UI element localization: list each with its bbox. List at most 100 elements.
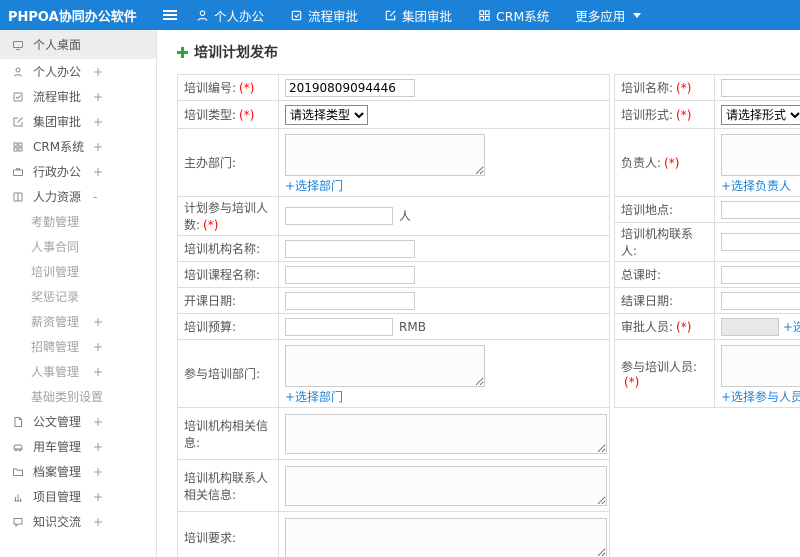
- train-form-select[interactable]: 请选择形式: [721, 104, 800, 125]
- sidebar-item-group-approval[interactable]: 集团审批 +: [0, 109, 156, 134]
- nav-group-approval[interactable]: 集团审批: [371, 0, 465, 30]
- choose-approver-link[interactable]: +选择审批人员: [783, 318, 800, 335]
- sidebar-subitem-attendance[interactable]: 考勤管理: [0, 209, 156, 234]
- nav-personal-office[interactable]: 个人办公: [183, 0, 277, 30]
- join-dept-textarea[interactable]: [285, 345, 485, 387]
- nav-workflow-approval[interactable]: 流程审批: [277, 0, 371, 30]
- org-contact-input[interactable]: [721, 233, 800, 251]
- host-dept-textarea[interactable]: [285, 134, 485, 176]
- required-mark: (*): [624, 375, 640, 389]
- form-row: 结课日期:: [614, 287, 800, 314]
- org-contact-info-textarea[interactable]: [285, 465, 607, 506]
- form-row: 培训课程名称:: [177, 261, 610, 288]
- expand-plus-icon[interactable]: +: [93, 490, 103, 504]
- nav-label: 集团审批: [402, 8, 453, 24]
- train-type-select[interactable]: 请选择类型: [285, 104, 368, 125]
- sidebar-item-vehicle-mgmt[interactable]: 用车管理 +: [0, 434, 156, 459]
- expand-plus-icon[interactable]: +: [93, 90, 103, 104]
- form-row: 培训机构联系人:: [614, 222, 800, 262]
- field-label: 培训地点:: [621, 203, 674, 217]
- expand-plus-icon[interactable]: +: [93, 65, 103, 79]
- edit-icon: [384, 9, 397, 22]
- sidebar-subitem-training-mgmt[interactable]: 培训管理: [0, 259, 156, 284]
- expand-plus-icon[interactable]: +: [93, 515, 103, 529]
- org-info-textarea[interactable]: [285, 413, 607, 454]
- field-label: 参与培训人员:: [621, 360, 698, 374]
- expand-plus-icon[interactable]: +: [93, 315, 103, 329]
- field-label: 培训编号:: [184, 81, 237, 95]
- planned-count-input[interactable]: [285, 207, 393, 225]
- sidebar-item-knowledge[interactable]: 知识交流 +: [0, 509, 156, 534]
- start-date-input[interactable]: [285, 291, 415, 310]
- train-no-input[interactable]: [285, 78, 415, 97]
- check-square-icon: [290, 9, 303, 22]
- budget-input[interactable]: [285, 317, 393, 336]
- required-mark: (*): [239, 81, 255, 95]
- expand-plus-icon[interactable]: +: [93, 415, 103, 429]
- expand-plus-icon[interactable]: +: [93, 365, 103, 379]
- form-row: 培训要求:: [177, 511, 610, 557]
- required-mark: (*): [676, 320, 692, 334]
- sidebar-subitem-salary-mgmt[interactable]: 薪资管理 +: [0, 309, 156, 334]
- form-row: 培训机构联系人相关信息:: [177, 459, 610, 512]
- file-icon: [12, 416, 26, 428]
- form-row: 总课时:: [614, 261, 800, 288]
- train-name-input[interactable]: [721, 78, 800, 97]
- sidebar-subitem-base-category[interactable]: 基础类别设置: [0, 384, 156, 409]
- sidebar-subitem-recruitment-mgmt[interactable]: 招聘管理 +: [0, 334, 156, 359]
- nav-more-apps[interactable]: 更多应用: [562, 0, 654, 30]
- choose-dept-link[interactable]: +选择部门: [285, 177, 343, 194]
- sidebar-item-project-mgmt[interactable]: 项目管理 +: [0, 484, 156, 509]
- chat-icon: [12, 516, 26, 528]
- sidebar-subitem-personnel-mgmt[interactable]: 人事管理 +: [0, 359, 156, 384]
- choose-dept-link[interactable]: +选择部门: [285, 388, 343, 405]
- hamburger-menu-icon[interactable]: [157, 0, 183, 30]
- choose-join-people-link[interactable]: +选择参与人员: [721, 388, 800, 405]
- course-name-input[interactable]: [285, 265, 415, 284]
- field-label: 培训机构名称:: [184, 242, 261, 256]
- expand-plus-icon[interactable]: +: [93, 140, 103, 154]
- sidebar-item-desktop[interactable]: 个人桌面: [0, 30, 156, 59]
- sidebar-item-workflow-approval[interactable]: 流程审批 +: [0, 84, 156, 109]
- field-label: 结课日期:: [621, 294, 674, 308]
- grid-icon: [12, 141, 26, 153]
- add-icon: [177, 46, 188, 58]
- collapse-minus-icon[interactable]: -: [93, 190, 97, 204]
- expand-plus-icon[interactable]: +: [93, 340, 103, 354]
- expand-plus-icon[interactable]: +: [93, 465, 103, 479]
- expand-plus-icon[interactable]: +: [93, 115, 103, 129]
- unit-label: 人: [399, 209, 412, 223]
- sidebar-item-crm[interactable]: CRM系统 +: [0, 134, 156, 159]
- leader-textarea[interactable]: [721, 134, 800, 176]
- field-label: 参与培训部门:: [184, 367, 261, 381]
- org-name-input[interactable]: [285, 239, 415, 258]
- sidebar-item-document-mgmt[interactable]: 公文管理 +: [0, 409, 156, 434]
- nav-label: 更多应用: [575, 8, 626, 24]
- unit-label: RMB: [399, 319, 426, 334]
- approver-input[interactable]: [721, 317, 779, 336]
- sidebar-subitem-personnel-contract[interactable]: 人事合同: [0, 234, 156, 259]
- location-input[interactable]: [721, 200, 800, 219]
- expand-plus-icon[interactable]: +: [93, 440, 103, 454]
- choose-leader-link[interactable]: +选择负责人: [721, 177, 791, 194]
- sidebar-subitem-reward-punishment[interactable]: 奖惩记录: [0, 284, 156, 309]
- expand-plus-icon[interactable]: +: [93, 165, 103, 179]
- user-icon: [12, 66, 26, 78]
- field-label: 培训机构联系人相关信息:: [184, 470, 269, 502]
- form-row: 培训机构名称:: [177, 235, 610, 262]
- sidebar-item-personal-office[interactable]: 个人办公 +: [0, 59, 156, 84]
- sidebar-item-archive-mgmt[interactable]: 档案管理 +: [0, 459, 156, 484]
- sidebar-item-hr[interactable]: 人力资源 -: [0, 184, 156, 209]
- form-table-right: 培训名称: (*) 培训形式: (*) 请选择形式 负责人: (*) +选择负责人 培…: [614, 74, 800, 408]
- field-label: 计划参与培训人数:: [184, 201, 269, 232]
- requirement-textarea[interactable]: [285, 517, 607, 557]
- sidebar: 个人桌面 个人办公 + 流程审批 + 集团审批 + CRM系统 + 行政办公 +…: [0, 30, 157, 557]
- join-people-textarea[interactable]: [721, 345, 800, 387]
- nav-label: 流程审批: [308, 8, 359, 24]
- end-date-input[interactable]: [721, 291, 800, 310]
- car-icon: [12, 441, 26, 453]
- field-label: 培训名称:: [621, 81, 674, 95]
- total-hours-input[interactable]: [721, 265, 800, 284]
- sidebar-item-admin-office[interactable]: 行政办公 +: [0, 159, 156, 184]
- nav-crm[interactable]: CRM系统: [465, 0, 562, 30]
